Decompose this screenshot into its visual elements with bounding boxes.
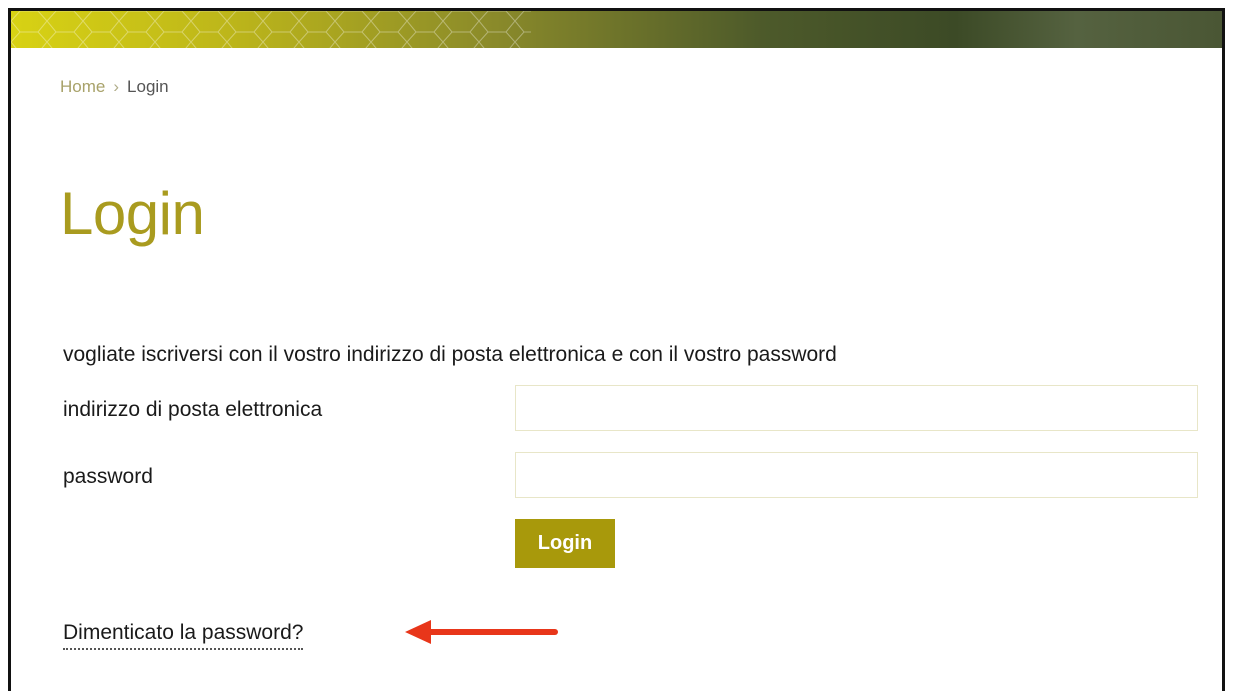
page-frame: Home › Login Login vogliate iscriversi c… [8, 8, 1225, 691]
login-button[interactable]: Login [515, 519, 615, 568]
breadcrumb-current: Login [127, 77, 169, 96]
red-arrow-icon [405, 620, 558, 644]
breadcrumb-home-link[interactable]: Home [60, 77, 105, 97]
header-banner [11, 11, 1222, 48]
password-field[interactable] [515, 452, 1198, 498]
login-instructions: vogliate iscriversi con il vostro indiri… [63, 343, 837, 366]
password-label: password [63, 465, 153, 488]
email-field[interactable] [515, 385, 1198, 431]
forgot-password-link[interactable]: Dimenticato la password? [63, 621, 304, 650]
breadcrumb-separator-icon: › [113, 77, 120, 96]
breadcrumb: Home › Login [60, 77, 169, 97]
email-label: indirizzo di posta elettronica [63, 398, 323, 421]
page-title: Login [60, 180, 205, 247]
honeycomb-pattern [11, 11, 531, 48]
